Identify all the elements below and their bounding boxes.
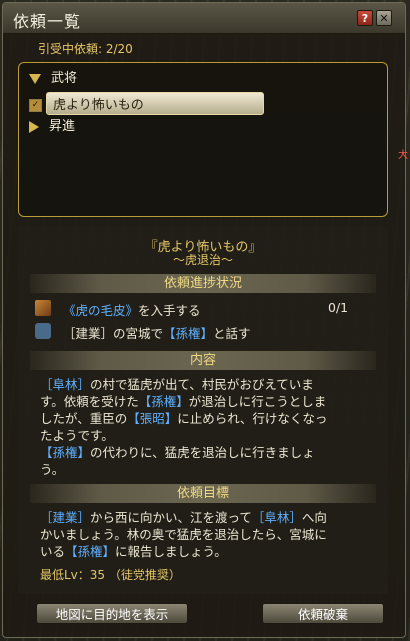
text-span[interactable]: ［建業］ [40,510,90,525]
text-span: す。依頼を受けた [40,394,139,409]
objective-text: を入手する [138,303,201,318]
objective-text: と話す [213,326,251,341]
text-span: かいましょう。林の奥で猛虎を退治したら、宮城に [40,527,327,542]
text-span[interactable]: 【張昭】 [127,411,177,426]
text-span: に止められ、行けなくなっ [177,411,328,426]
text-span[interactable]: 【孫権】 [65,544,115,559]
text-span: に報告しましょう。 [115,544,227,559]
content-line: ［阜林］の村で猛虎が出て、村民がおびえていま [40,376,384,393]
content-line: す。依頼を受けた【孫権】が退治しに行こうとしま [40,393,384,410]
goal-line: かいましょう。林の奥で猛虎を退治したら、宮城に [40,526,384,543]
quest-subtitle: 〜虎退治〜 [172,253,233,267]
help-button[interactable]: ? [357,10,373,26]
text-span[interactable]: 【孫権】 [139,394,189,409]
show-destination-on-map-button[interactable]: 地図に目的地を表示 [36,603,188,624]
content-line: う。 [40,461,384,478]
objective-pre-text: ［建業］の宮城で [63,326,164,341]
category-label: 昇進 [49,119,76,134]
category-label: 武将 [51,71,78,86]
goal-line: いる【孫権】に報告しましょう。 [40,543,384,560]
text-span: う。 [40,462,65,477]
objective-progress: 0/1 [328,300,349,315]
category-row-generals[interactable]: 武将 [29,67,77,87]
goal-line: ［建業］から西に向かい、江を渡って［阜林］へ向 [40,509,384,526]
collapsed-triangle-icon [29,120,39,133]
abandon-quest-button[interactable]: 依頼破棄 [262,603,384,624]
section-header-content: 内容 [30,351,376,370]
text-span: の代わりに、猛虎を退治しに行きましょ [90,445,315,460]
quest-item-label: 虎より怖いもの [46,92,264,115]
section-header-goal: 依頼目標 [30,484,376,503]
expanded-triangle-icon [29,73,41,84]
text-span[interactable]: 【孫権】 [40,445,90,460]
accepted-quest-count: 引受中依頼: 2/20 [38,42,133,56]
minimum-level-text: 最低Lv：35 （徒党推奨） [40,568,181,582]
goal-paragraph: ［建業］から西に向かい、江を渡って［阜林］へ向 かいましょう。林の奥で猛虎を退治… [40,509,384,560]
title-bar[interactable]: 依頼一覧 ? ✕ [3,3,405,34]
text-span: の村で猛虎が出て、村民がおびえていま [90,377,314,392]
section-header-progress: 依頼進捗状況 [30,274,376,293]
objective-row: 《虎の毛皮》を入手する [35,300,335,318]
quest-track-checkbox[interactable]: ✓ [29,99,42,112]
content-paragraph: ［阜林］の村で猛虎が出て、村民がおびえていま す。依頼を受けた【孫権】が退治しに… [40,376,384,478]
close-button[interactable]: ✕ [376,10,392,26]
offscreen-label: 大 [398,150,408,161]
objective-npc-name[interactable]: 【孫権】 [163,326,213,341]
tiger-pelt-icon [35,300,51,316]
text-span: たようです。 [40,428,114,443]
category-row-promotion[interactable]: 昇進 [29,115,75,135]
text-span: へ向 [301,510,327,525]
quest-list-panel: 武将 ✓ 虎より怖いもの 昇進 [18,62,388,217]
text-span: が退治しに行こうとしま [188,394,327,409]
window-title: 依頼一覧 [13,12,82,31]
text-span: いる [40,544,66,559]
objective-row: ［建業］の宮城で【孫権】と話す [35,323,375,341]
text-span[interactable]: ［阜林］ [252,510,302,525]
objective-item-name[interactable]: 《虎の毛皮》 [63,303,138,318]
person-icon [35,323,51,339]
text-span: から西に向かい、江を渡って [90,510,252,525]
quest-item-selected[interactable]: ✓ 虎より怖いもの [29,92,264,115]
content-line: 【孫権】の代わりに、猛虎を退治しに行きましょ [40,444,384,461]
content-line: たようです。 [40,427,384,444]
text-span[interactable]: ［阜林］ [40,377,90,392]
text-span: したが、重臣の [40,411,128,426]
content-line: したが、重臣の【張昭】に止められ、行けなくなっ [40,410,384,427]
